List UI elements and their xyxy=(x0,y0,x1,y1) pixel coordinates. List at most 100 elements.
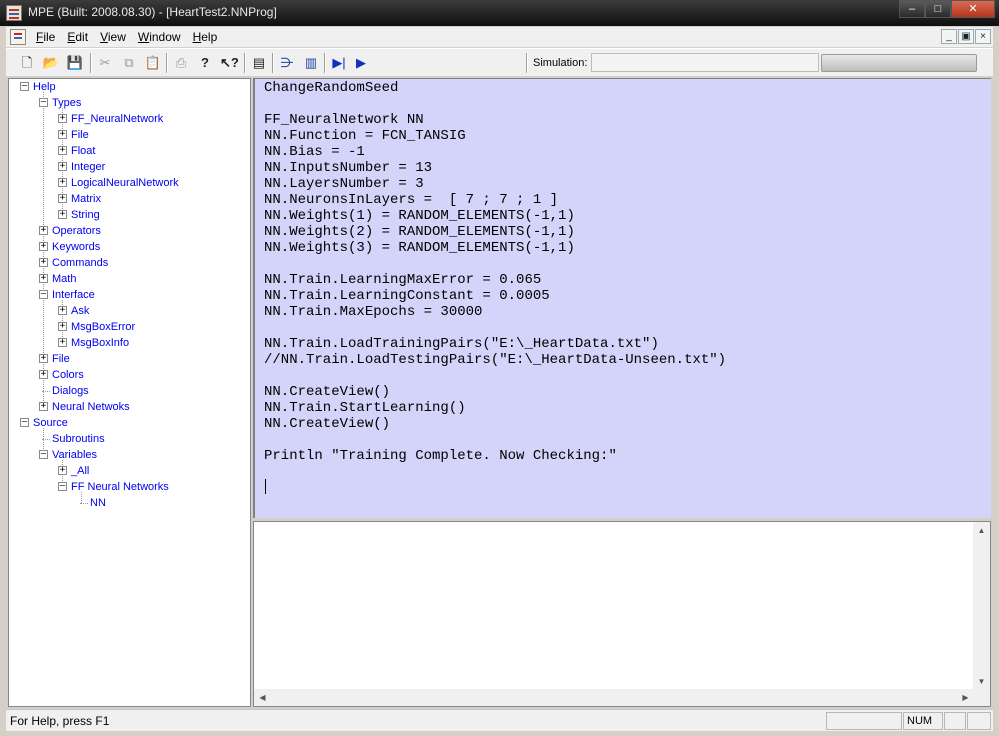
save-disk-icon[interactable]: 💾 xyxy=(66,54,84,72)
title-bar[interactable]: MPE (Built: 2008.08.30) - [HeartTest2.NN… xyxy=(0,0,999,26)
maximize-button[interactable]: □ xyxy=(925,0,951,18)
run-icon[interactable]: ▶ xyxy=(352,54,370,72)
tree-node[interactable]: Matrix + xyxy=(58,191,101,207)
tree-node[interactable]: Interface – xyxy=(39,287,95,303)
menu-help[interactable]: Help xyxy=(187,30,224,44)
vertical-scrollbar[interactable]: ▲ ▼ xyxy=(973,522,990,690)
tree-connector xyxy=(81,492,82,503)
tree-node[interactable]: Types – xyxy=(39,95,81,111)
scroll-left-icon[interactable]: ◀ xyxy=(254,689,271,706)
expand-icon[interactable]: + xyxy=(58,306,67,315)
expand-icon[interactable]: + xyxy=(58,130,67,139)
code-line: NN.Weights(2) = RANDOM_ELEMENTS(-1,1) xyxy=(264,224,575,240)
menu-window[interactable]: Window xyxy=(132,30,187,44)
tree-node[interactable]: File + xyxy=(58,127,89,143)
tree-node[interactable]: FF Neural Networks – xyxy=(58,479,169,495)
toolbar-separator xyxy=(244,53,246,73)
menu-view[interactable]: View xyxy=(94,30,132,44)
expand-icon[interactable]: + xyxy=(58,210,67,219)
tree-node[interactable]: String + xyxy=(58,207,100,223)
expand-icon[interactable]: + xyxy=(58,114,67,123)
app-window: MPE (Built: 2008.08.30) - [HeartTest2.NN… xyxy=(0,0,999,736)
network-icon[interactable]: ⋺ xyxy=(278,54,296,72)
tree-node[interactable]: Neural Netwoks + xyxy=(39,399,130,415)
tree-node[interactable]: Commands + xyxy=(39,255,108,271)
collapse-icon[interactable]: – xyxy=(39,450,48,459)
new-file-icon[interactable]: 🗋 xyxy=(18,54,36,72)
scroll-right-icon[interactable]: ▶ xyxy=(957,689,974,706)
expand-icon[interactable]: + xyxy=(39,370,48,379)
collapse-icon[interactable]: – xyxy=(20,82,29,91)
expand-icon[interactable]: + xyxy=(58,194,67,203)
collapse-icon[interactable]: – xyxy=(39,290,48,299)
about-question-icon[interactable]: ? xyxy=(196,54,214,72)
output-pane[interactable]: ▲ ▼ ◀ ▶ xyxy=(253,521,991,707)
tree-node[interactable]: Help – xyxy=(20,79,56,95)
tree-node[interactable]: _All + xyxy=(58,463,89,479)
expand-icon[interactable]: + xyxy=(58,338,67,347)
menu-edit[interactable]: Edit xyxy=(61,30,94,44)
expand-icon[interactable]: + xyxy=(39,274,48,283)
tree-node[interactable]: NN xyxy=(90,495,106,511)
expand-icon[interactable]: + xyxy=(58,466,67,475)
expand-icon[interactable]: + xyxy=(58,178,67,187)
tree-node[interactable]: FF_NeuralNetwork + xyxy=(58,111,163,127)
tree-node[interactable]: Subroutins xyxy=(52,431,105,447)
document-icon[interactable] xyxy=(10,29,26,45)
tree-node[interactable]: Keywords + xyxy=(39,239,101,255)
scroll-corner xyxy=(973,689,990,706)
collapse-icon[interactable]: – xyxy=(58,482,67,491)
expand-icon[interactable]: + xyxy=(58,322,67,331)
expand-icon[interactable]: + xyxy=(39,354,48,363)
tree-node[interactable]: LogicalNeuralNetwork + xyxy=(58,175,179,191)
print-icon[interactable]: ⎙ xyxy=(172,54,190,72)
tree-node[interactable]: MsgBoxError + xyxy=(58,319,135,335)
paste-icon[interactable]: 📋 xyxy=(144,54,162,72)
window-controls: – □ ✕ xyxy=(899,0,995,18)
code-editor[interactable]: ChangeRandomSeed FF_NeuralNetwork NN NN.Fu… xyxy=(253,78,991,518)
code-line: NN.Train.LearningMaxError = 0.065 xyxy=(264,272,542,288)
horizontal-scrollbar[interactable]: ◀ ▶ xyxy=(254,689,974,706)
app-icon[interactable] xyxy=(6,5,22,21)
tree-node[interactable]: Colors + xyxy=(39,367,84,383)
tree-node[interactable]: Float + xyxy=(58,143,95,159)
tree-node[interactable]: Operators + xyxy=(39,223,101,239)
tree-node[interactable]: Integer + xyxy=(58,159,105,175)
copy-icon[interactable]: ⧉ xyxy=(120,54,138,72)
tree-node[interactable]: File + xyxy=(39,351,70,367)
cut-icon[interactable]: ✂ xyxy=(96,54,114,72)
window-title: MPE (Built: 2008.08.30) - [HeartTest2.NN… xyxy=(28,5,277,19)
collapse-icon[interactable]: – xyxy=(39,98,48,107)
doc-minimize-button[interactable]: _ xyxy=(941,29,957,44)
scroll-down-icon[interactable]: ▼ xyxy=(973,673,990,690)
menu-file[interactable]: File xyxy=(30,30,61,44)
expand-icon[interactable]: + xyxy=(39,242,48,251)
minimize-button[interactable]: – xyxy=(899,0,925,18)
tree-node-label: String xyxy=(71,209,100,221)
scroll-up-icon[interactable]: ▲ xyxy=(973,522,990,539)
tree-node-label: Subroutins xyxy=(52,433,105,445)
step-run-icon[interactable]: ▶| xyxy=(330,54,348,72)
tree-node[interactable]: MsgBoxInfo + xyxy=(58,335,129,351)
code-line: NN.NeuronsInLayers = [ 7 ; 7 ; 1 ] xyxy=(264,192,559,208)
collapse-icon[interactable]: – xyxy=(20,418,29,427)
context-help-icon[interactable]: ↖? xyxy=(220,54,239,72)
open-folder-icon[interactable]: 📂 xyxy=(42,54,60,72)
tree-node-label: Keywords xyxy=(52,241,101,253)
tree-node[interactable]: Ask + xyxy=(58,303,89,319)
expand-icon[interactable]: + xyxy=(39,258,48,267)
help-tree[interactable]: Help – Types – FF_NeuralNetwork + File + Float + I… xyxy=(8,78,251,707)
tree-node[interactable]: Variables – xyxy=(39,447,97,463)
expand-icon[interactable]: + xyxy=(39,402,48,411)
expand-icon[interactable]: + xyxy=(58,162,67,171)
expand-icon[interactable]: + xyxy=(58,146,67,155)
bar-chart-icon[interactable]: ▥ xyxy=(302,54,320,72)
tree-node[interactable]: Math + xyxy=(39,271,76,287)
tree-node[interactable]: Dialogs xyxy=(52,383,89,399)
view-panel-icon[interactable]: ▤ xyxy=(250,54,268,72)
tree-node[interactable]: Source – xyxy=(20,415,68,431)
doc-restore-button[interactable]: ▣ xyxy=(958,29,974,44)
close-button[interactable]: ✕ xyxy=(951,0,995,18)
expand-icon[interactable]: + xyxy=(39,226,48,235)
doc-close-button[interactable]: × xyxy=(975,29,991,44)
